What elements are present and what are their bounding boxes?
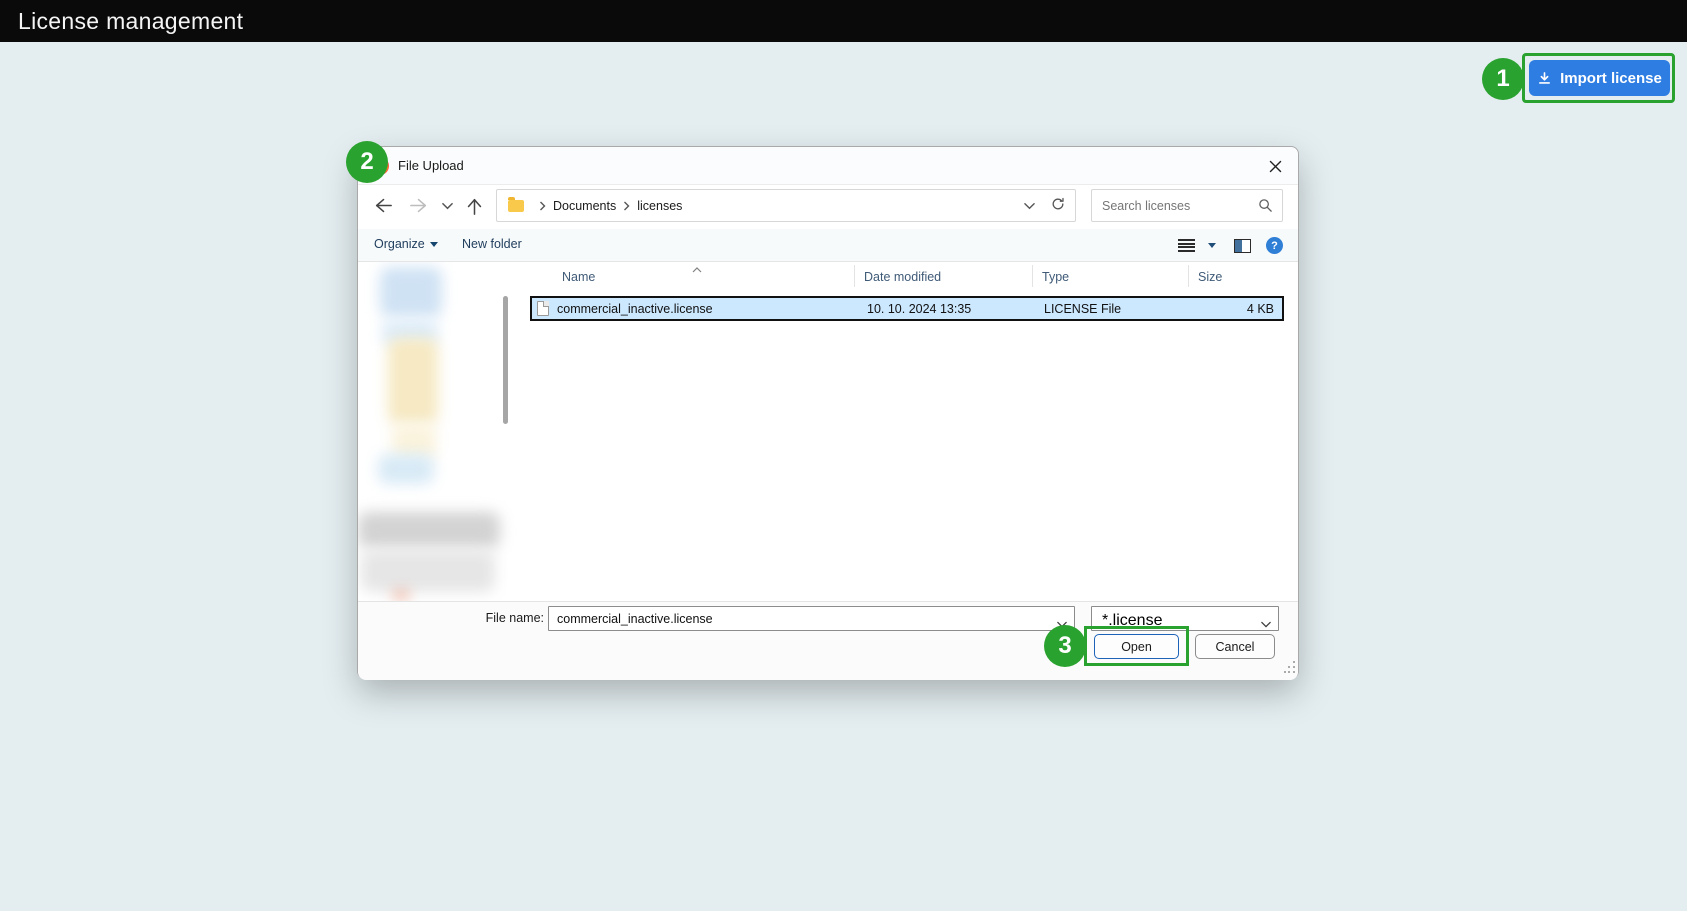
column-header-size[interactable]: Size: [1198, 262, 1222, 291]
sidebar-scrollbar[interactable]: [503, 296, 508, 424]
folder-icon: [508, 200, 524, 212]
view-options-chevron-icon[interactable]: [1208, 243, 1216, 248]
annotation-box-step1: [1522, 53, 1675, 103]
cancel-button[interactable]: Cancel: [1195, 634, 1275, 659]
sidebar-blur-blob: [393, 592, 409, 598]
step-badge-3: 3: [1044, 625, 1086, 667]
dialog-command-bar: Organize New folder ?: [358, 229, 1298, 262]
sidebar-blur-blob: [378, 454, 434, 484]
dialog-navbar: Documents licenses: [358, 185, 1298, 229]
breadcrumb-chevron-icon: [623, 201, 630, 211]
organize-label: Organize: [374, 237, 425, 251]
file-browser-content: Name Date modified Type Size commercial_…: [358, 262, 1298, 601]
breadcrumb-chevron-icon: [539, 201, 546, 211]
dialog-title: File Upload: [398, 158, 464, 173]
up-icon[interactable]: [466, 197, 483, 216]
file-icon: [537, 301, 549, 316]
file-type: LICENSE File: [1044, 302, 1121, 316]
search-box: [1091, 189, 1283, 222]
sidebar-blur-blob: [361, 550, 495, 592]
close-icon[interactable]: [1266, 157, 1284, 175]
view-list-icon[interactable]: [1178, 239, 1195, 252]
step-badge-1: 1: [1482, 58, 1524, 100]
breadcrumb-item-licenses[interactable]: licenses: [637, 199, 682, 213]
dialog-titlebar: File Upload: [358, 147, 1298, 185]
file-date-modified: 10. 10. 2024 13:35: [867, 302, 971, 316]
file-name-combo: [548, 606, 1075, 631]
file-name-label: File name:: [458, 611, 544, 625]
column-header-name[interactable]: Name: [562, 262, 595, 291]
resize-grip[interactable]: [1284, 661, 1296, 673]
column-divider: [854, 265, 855, 287]
search-input[interactable]: [1092, 190, 1242, 221]
sidebar-blur-blob: [380, 267, 442, 317]
app-header: License management: [0, 0, 1687, 42]
file-size: 4 KB: [1247, 302, 1274, 316]
search-icon: [1258, 198, 1273, 218]
organize-menu[interactable]: Organize: [374, 237, 438, 251]
column-divider: [1032, 265, 1033, 287]
recent-locations-chevron-icon[interactable]: [442, 202, 453, 210]
help-icon[interactable]: ?: [1266, 237, 1283, 254]
forward-icon[interactable]: [409, 197, 428, 214]
address-dropdown-chevron-icon[interactable]: [1024, 199, 1035, 213]
breadcrumb-item-documents[interactable]: Documents: [553, 199, 616, 213]
column-divider: [1188, 265, 1189, 287]
file-upload-dialog: File Upload Documents licenses: [357, 146, 1299, 679]
file-name: commercial_inactive.license: [557, 302, 713, 316]
preview-pane-icon[interactable]: [1234, 239, 1251, 253]
refresh-icon[interactable]: [1051, 197, 1065, 214]
address-bar[interactable]: Documents licenses: [496, 189, 1076, 222]
column-header-date-modified[interactable]: Date modified: [864, 262, 941, 291]
file-name-input[interactable]: [549, 607, 1046, 630]
chevron-down-icon: [430, 242, 438, 247]
new-folder-button[interactable]: New folder: [462, 237, 522, 251]
back-icon[interactable]: [374, 197, 393, 214]
column-header-type[interactable]: Type: [1042, 262, 1069, 291]
new-folder-label: New folder: [462, 237, 522, 251]
sidebar-blur-blob: [358, 512, 500, 548]
page-title: License management: [18, 8, 243, 35]
step-badge-2: 2: [346, 141, 388, 183]
annotation-box-step3: [1084, 626, 1189, 666]
chevron-down-icon: [1261, 615, 1271, 633]
sort-ascending-icon: [692, 262, 702, 278]
file-row-selected[interactable]: commercial_inactive.license 10. 10. 2024…: [530, 296, 1284, 321]
sidebar-blur-blob: [388, 338, 438, 424]
